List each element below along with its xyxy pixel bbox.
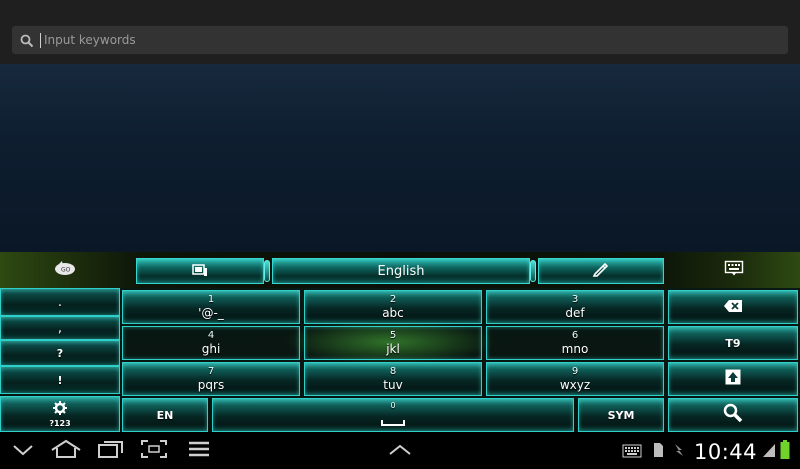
search-key[interactable] (668, 398, 798, 432)
key-letters: def (565, 306, 585, 320)
recent-apps-button[interactable] (94, 432, 128, 469)
shift-key[interactable] (668, 362, 798, 396)
home-button[interactable] (46, 432, 86, 469)
key-letters: abc (382, 306, 404, 320)
key-letters: '@-_ (198, 306, 224, 320)
backspace-icon (723, 298, 743, 317)
recent-apps-icon (97, 439, 125, 463)
search-icon (723, 403, 743, 427)
key-9[interactable]: 9 wxyz (486, 362, 664, 396)
key-label: ? (56, 346, 64, 360)
key-letters: wxyz (559, 378, 591, 392)
key-label: EN (156, 408, 174, 422)
toolbar-divider (530, 260, 536, 282)
search-bar-area (0, 0, 800, 64)
sym-key[interactable]: SYM (578, 398, 664, 432)
home-icon (50, 439, 82, 463)
key-number: 1 (207, 294, 215, 305)
go-logo-icon: GO (53, 259, 77, 281)
key-number: 7 (207, 366, 215, 377)
key-number: 4 (207, 330, 215, 341)
wallpaper (0, 64, 800, 252)
key-6[interactable]: 6 mno (486, 326, 664, 360)
key-label: ! (57, 373, 63, 387)
chevron-down-icon (12, 441, 34, 460)
key-5[interactable]: 5 jkl (304, 326, 482, 360)
menu-button[interactable] (184, 432, 214, 469)
clock: 10:44 (694, 440, 758, 464)
key-label: . (57, 294, 63, 310)
language-en-key[interactable]: EN (122, 398, 208, 432)
key-number: 5 (389, 330, 397, 341)
battery-icon (780, 440, 790, 464)
sd-card-icon (652, 442, 664, 462)
key-3[interactable]: 3 def (486, 290, 664, 324)
key-2[interactable]: 2 abc (304, 290, 482, 324)
key-letters: jkl (386, 342, 400, 356)
hide-keyboard-button[interactable] (8, 432, 38, 469)
svg-text:GO: GO (61, 267, 71, 274)
search-icon (18, 26, 40, 54)
keyboard-status-icon (622, 443, 642, 462)
screenshot-button[interactable] (136, 432, 172, 469)
keyboard: GO English . , ? ! 1 '@-_ 2 abc 3 def 4 … (0, 252, 800, 432)
key-letters: tuv (383, 378, 403, 392)
clipboard-icon (191, 262, 209, 281)
backspace-key[interactable] (668, 290, 798, 324)
keyboard-menu-icon (724, 260, 744, 280)
key-label: ?123 (49, 419, 71, 428)
search-box[interactable] (12, 26, 788, 54)
t9-key[interactable]: T9 (668, 326, 798, 360)
symbols-settings-key[interactable]: ?123 (0, 396, 120, 432)
language-label: English (377, 263, 425, 279)
key-label: SYM (607, 408, 635, 422)
punctuation-key-exclamation[interactable]: ! (0, 366, 120, 394)
space-key[interactable]: 0 (212, 398, 574, 432)
text-caret (40, 33, 41, 48)
key-number: 9 (571, 366, 579, 377)
language-button[interactable]: English (272, 258, 530, 284)
system-navigation-bar: 10:44 (0, 432, 800, 469)
key-4[interactable]: 4 ghi (122, 326, 300, 360)
key-7[interactable]: 7 pqrs (122, 362, 300, 396)
keyboard-menu-button[interactable] (706, 252, 762, 288)
go-logo-button[interactable]: GO (40, 252, 90, 288)
key-number: 6 (571, 330, 579, 341)
signal-icon (762, 442, 776, 462)
punctuation-key-comma[interactable]: , (0, 316, 120, 340)
key-number: 2 (389, 294, 397, 305)
handwriting-button[interactable] (538, 258, 664, 284)
key-8[interactable]: 8 tuv (304, 362, 482, 396)
menu-icon (188, 440, 210, 462)
usb-icon (672, 442, 686, 462)
clipboard-button[interactable] (136, 258, 264, 284)
expand-up-button[interactable] (384, 432, 416, 469)
gear-icon (53, 400, 67, 419)
toolbar-divider (264, 260, 270, 282)
key-number: 3 (571, 294, 579, 305)
punctuation-key-period[interactable]: . (0, 288, 120, 316)
shift-icon (725, 369, 741, 389)
key-label: T9 (725, 336, 741, 350)
punctuation-key-question[interactable]: ? (0, 340, 120, 366)
key-label: , (57, 320, 63, 336)
key-letters: mno (561, 342, 589, 356)
chevron-up-icon (388, 441, 412, 460)
key-letters: ghi (201, 342, 221, 356)
key-letters: pqrs (197, 378, 225, 392)
search-input[interactable] (40, 26, 788, 54)
space-icon (381, 412, 405, 431)
pen-icon (592, 261, 610, 281)
key-1[interactable]: 1 '@-_ (122, 290, 300, 324)
key-number: 8 (389, 366, 397, 377)
keyboard-toolbar: GO English (0, 252, 800, 288)
screenshot-icon (140, 439, 168, 463)
key-number: 0 (390, 400, 396, 410)
